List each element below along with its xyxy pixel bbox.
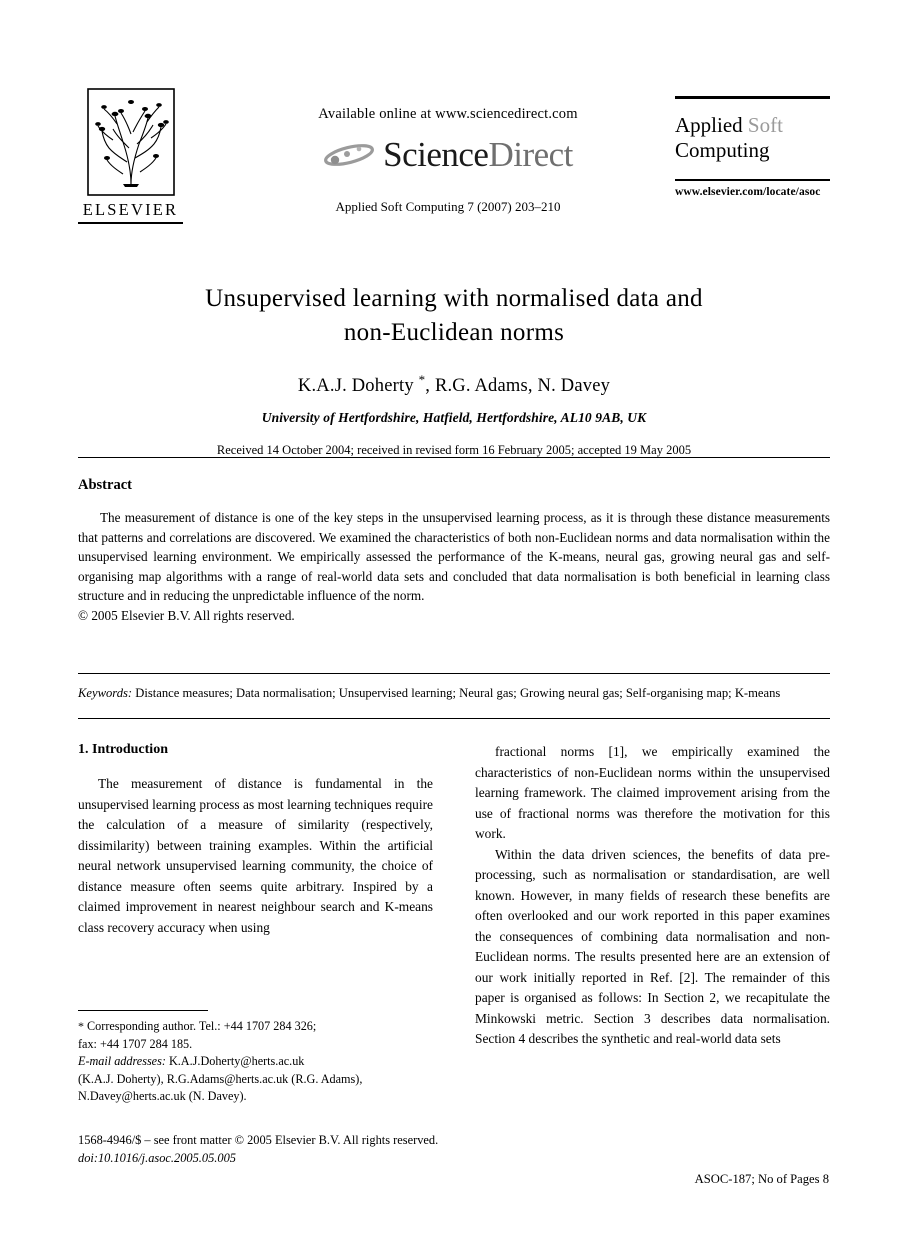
paper-page: ELSEVIER Available online at www.science…	[0, 0, 907, 1238]
article-id-line: ASOC-187; No of Pages 8	[694, 1172, 829, 1186]
footnote-email-2: R.G.Adams@herts.ac.uk (R.G. Adams),	[166, 1071, 363, 1086]
received-dates: Received 14 October 2004; received in re…	[216, 443, 692, 458]
section-heading-introduction: 1. Introduction	[78, 742, 168, 757]
footer-left: 1568-4946/$ – see front matter © 2005 El…	[78, 1131, 498, 1167]
divider-above-abstract	[78, 457, 830, 458]
paragraph-left-1: The measurement of distance is fundament…	[78, 776, 433, 935]
paper-title-line-2: non-Euclidean norms	[343, 319, 565, 346]
keywords-line: Keywords: Distance measures; Data normal…	[78, 686, 830, 701]
abstract-section: Abstract The measurement of distance is …	[78, 477, 830, 625]
journal-header: ELSEVIER Available online at www.science…	[78, 88, 830, 238]
footnote-email-label: E-mail addresses:	[78, 1054, 166, 1068]
journal-title-applied: Applied	[675, 112, 748, 137]
journal-citation-line: Applied Soft Computing 7 (2007) 203–210	[335, 199, 561, 214]
paper-title-line-1: Unsupervised learning with normalised da…	[205, 285, 703, 312]
footnote-block: * Corresponding author. Tel.: +44 1707 2…	[78, 1018, 438, 1106]
title-block: Unsupervised learning with normalised da…	[78, 282, 830, 458]
journal-masthead: Applied Soft Computing www.elsevier.com/…	[675, 96, 830, 198]
paragraph-right-2: Within the data driven sciences, the ben…	[475, 846, 830, 1047]
abstract-copyright: © 2005 Elsevier B.V. All rights reserved…	[78, 607, 295, 623]
available-online-text: Available online at www.sciencedirect.co…	[318, 106, 578, 122]
divider-below-keywords	[78, 718, 830, 719]
journal-title-soft: Soft	[747, 112, 783, 137]
elsevier-rule	[78, 222, 183, 224]
author-list: K.A.J. Doherty *, R.G. Adams, N. Davey	[78, 372, 830, 397]
footnote-email-1-owner: (K.A.J. Doherty),	[78, 1071, 164, 1086]
paragraph-right-1: fractional norms [1], we empirically exa…	[475, 744, 830, 841]
footnote-corresponding-author: Corresponding author. Tel.: +44 1707 284…	[87, 1019, 317, 1033]
footnote-email-1: K.A.J.Doherty@herts.ac.uk	[168, 1054, 305, 1068]
divider-above-keywords	[78, 673, 830, 674]
author-rest: , R.G. Adams, N. Davey	[425, 376, 611, 397]
doi-line: doi:10.1016/j.asoc.2005.05.005	[78, 1151, 236, 1165]
journal-title-computing: Computing	[675, 137, 770, 162]
elsevier-tree-icon	[86, 88, 175, 196]
footnote-email-3: N.Davey@herts.ac.uk (N. Davey).	[78, 1089, 247, 1103]
page-title: Unsupervised learning with normalised da…	[78, 282, 830, 350]
sciencedirect-block: Available online at www.sciencedirect.co…	[238, 106, 658, 215]
footnote-divider	[78, 1010, 208, 1011]
sciencedirect-direct-text: Direct	[488, 135, 573, 174]
sciencedirect-swoosh-icon	[324, 144, 375, 166]
body-column-left: 1. Introduction The measurement of dista…	[78, 742, 433, 938]
abstract-text: The measurement of distance is one of th…	[78, 508, 830, 625]
journal-title: Applied Soft Computing	[675, 113, 830, 163]
footnote-fax: fax: +44 1707 284 185.	[78, 1036, 193, 1051]
footnote-star-marker: *	[78, 1019, 84, 1033]
abstract-heading: Abstract	[78, 477, 132, 493]
elsevier-logo: ELSEVIER	[78, 88, 183, 224]
keywords-label: Keywords:	[78, 686, 133, 700]
affiliation: University of Hertfordshire, Hatfield, H…	[261, 410, 647, 426]
body-column-right: fractional norms [1], we empirically exa…	[475, 742, 830, 1050]
sciencedirect-science-text: Science	[383, 135, 489, 174]
masthead-rule-bottom	[675, 178, 830, 181]
keywords-value: Distance measures; Data normalisation; U…	[135, 686, 781, 700]
issn-copyright-line: 1568-4946/$ – see front matter © 2005 El…	[78, 1133, 439, 1147]
abstract-body-text: The measurement of distance is one of th…	[78, 510, 830, 603]
sciencedirect-logo: ScienceDirect	[238, 135, 658, 175]
sciencedirect-wordmark: ScienceDirect	[383, 135, 573, 175]
journal-url: www.elsevier.com/locate/asoc	[675, 186, 821, 198]
elsevier-wordmark: ELSEVIER	[82, 200, 179, 219]
author-first: K.A.J. Doherty	[297, 376, 419, 397]
masthead-rule-top	[675, 96, 830, 99]
